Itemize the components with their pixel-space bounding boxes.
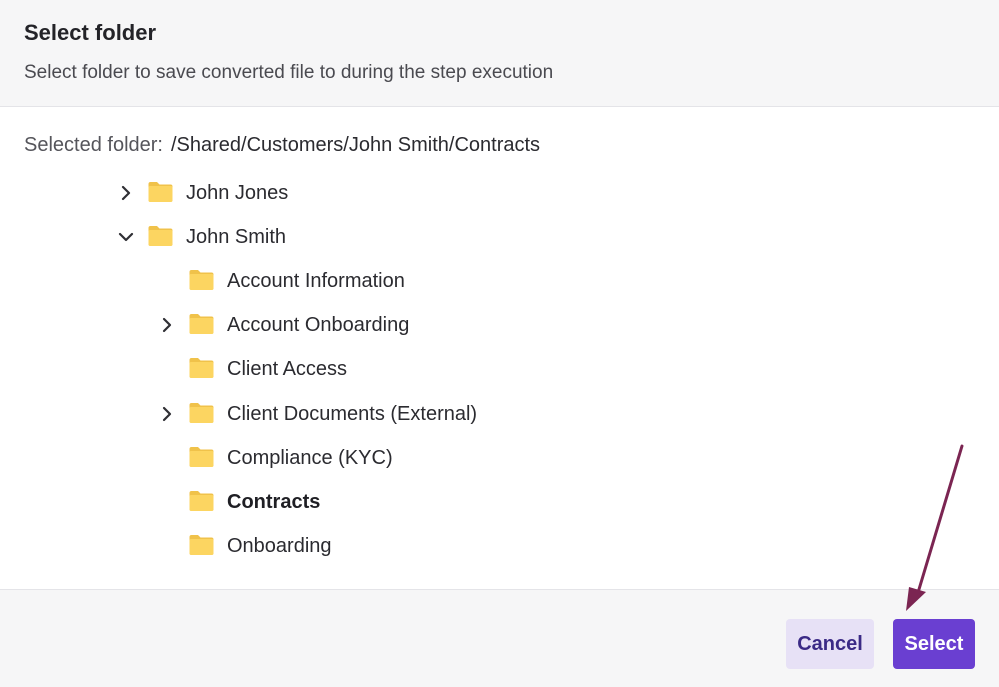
tree-item[interactable]: Account Onboarding: [0, 311, 999, 339]
tree-item[interactable]: John Jones: [0, 179, 999, 207]
folder-icon: [188, 269, 215, 291]
selected-folder-label: Selected folder:: [24, 134, 163, 156]
folder-icon: [188, 313, 215, 335]
folder-icon: [188, 357, 215, 379]
selected-folder-row: Selected folder: /Shared/Customers/John S…: [24, 134, 540, 157]
cancel-button[interactable]: Cancel: [786, 619, 874, 669]
tree-item-label: John Smith: [186, 226, 287, 248]
tree-item-label: John Jones: [186, 182, 289, 204]
folder-icon: [188, 490, 215, 512]
folder-icon: [188, 534, 215, 556]
tree-item-label: Contracts: [227, 491, 321, 513]
tree-item[interactable]: Onboarding: [0, 532, 999, 560]
dialog-title: Select folder: [24, 20, 157, 45]
chevron-down-icon[interactable]: [118, 229, 134, 245]
tree-item[interactable]: Client Access: [0, 355, 999, 383]
folder-icon: [188, 402, 215, 424]
folder-icon: [188, 446, 215, 468]
tree-item[interactable]: Contracts: [0, 488, 999, 516]
select-folder-dialog: Select folder Select folder to save conv…: [0, 0, 999, 687]
select-button[interactable]: Select: [893, 619, 975, 669]
chevron-right-icon[interactable]: [159, 406, 175, 422]
selected-folder-path: /Shared/Customers/John Smith/Contracts: [170, 134, 541, 156]
tree-item[interactable]: Compliance (KYC): [0, 444, 999, 472]
tree-item[interactable]: Client Documents (External): [0, 400, 999, 428]
dialog-subtitle: Select folder to save converted file to …: [24, 62, 554, 83]
tree-item-label: Account Information: [227, 270, 405, 292]
dialog-header: Select folder Select folder to save conv…: [0, 0, 999, 107]
folder-icon: [147, 225, 174, 247]
tree-item-label: Client Documents (External): [227, 403, 478, 425]
chevron-right-icon[interactable]: [159, 317, 175, 333]
chevron-right-icon[interactable]: [118, 185, 134, 201]
tree-item-label: Compliance (KYC): [227, 447, 393, 469]
tree-item-label: Account Onboarding: [227, 314, 410, 336]
folder-icon: [147, 181, 174, 203]
dialog-footer: Cancel Select: [0, 589, 999, 687]
tree-item[interactable]: Account Information: [0, 267, 999, 295]
tree-item[interactable]: John Smith: [0, 223, 999, 251]
tree-item-label: Client Access: [227, 358, 348, 380]
tree-item-label: Onboarding: [227, 535, 332, 557]
